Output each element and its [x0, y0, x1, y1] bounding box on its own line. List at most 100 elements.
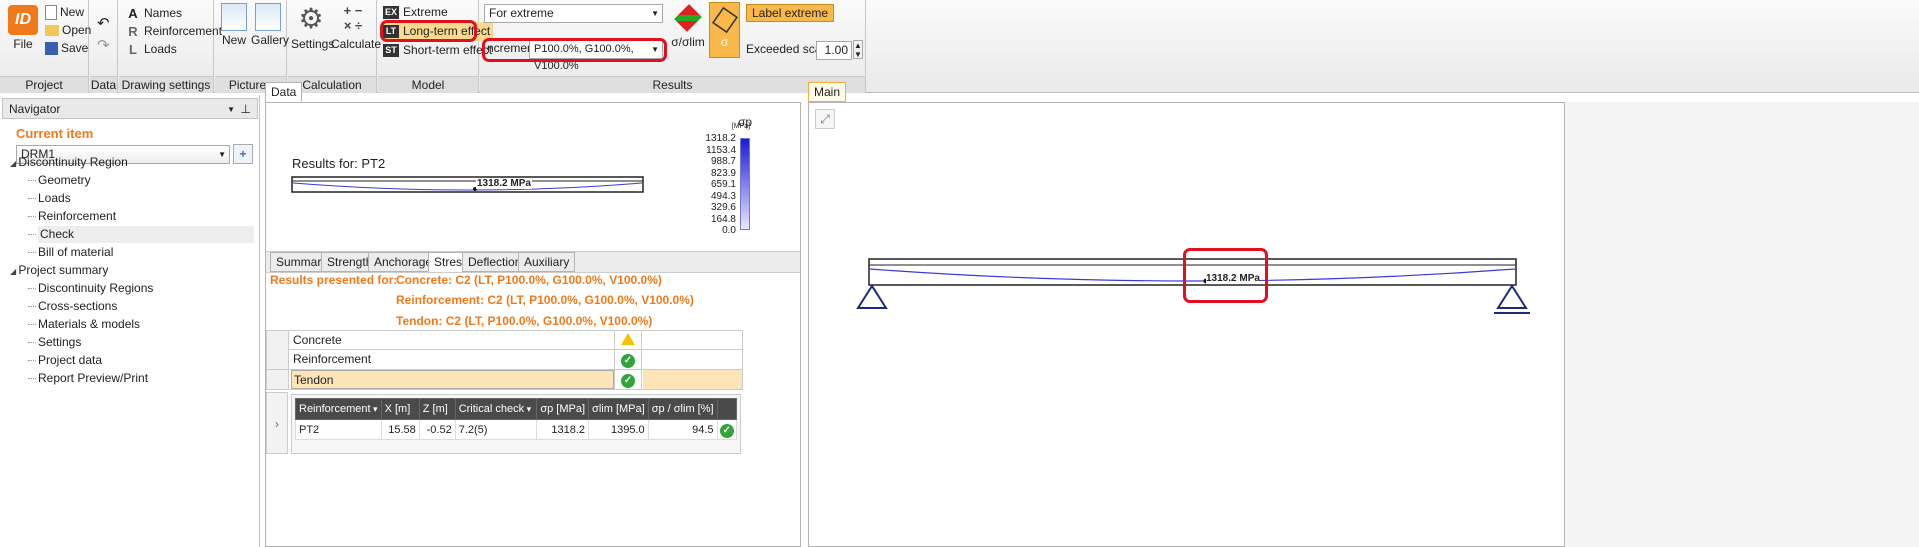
gallery-button[interactable]: Gallery: [251, 3, 289, 47]
tree-item[interactable]: Project data: [28, 352, 102, 369]
check-row[interactable]: Reinforcement ✓: [266, 350, 743, 370]
check-ok-icon: ✓: [614, 350, 642, 369]
new-project-button[interactable]: New: [45, 3, 84, 22]
tree-item[interactable]: Report Preview/Print: [28, 370, 148, 387]
column-header-label: Critical check: [458, 403, 525, 415]
tree-item-label: Reinforcement: [38, 209, 117, 223]
check-row[interactable]: Tendon ✓: [266, 370, 743, 390]
undo-icon[interactable]: ↶: [97, 14, 110, 33]
ex-icon: EX: [383, 6, 399, 20]
label-extreme-text: Label extreme: [752, 6, 829, 20]
table-cell: 15.58: [380, 419, 420, 440]
legend-value: 0.0: [722, 225, 736, 236]
presented-for-label: Results presented for:: [270, 273, 398, 287]
table-header-row: Reinforcement ▾ X [m] Z [m] Critical check …: [295, 398, 738, 420]
tendon-line: [292, 182, 643, 191]
column-header[interactable]: Reinforcement ▾: [295, 398, 382, 420]
tree-item[interactable]: Loads: [28, 190, 71, 207]
tree-connector: [28, 216, 36, 217]
settings-button[interactable]: ⚙ Settings: [291, 3, 335, 51]
reinforcement-toggle[interactable]: R Reinforcement: [125, 22, 222, 41]
tree-item[interactable]: Check: [28, 226, 254, 243]
tree-item[interactable]: Reinforcement: [28, 208, 117, 225]
chevron-down-icon: ▼: [651, 9, 659, 18]
names-toggle[interactable]: A Names: [125, 4, 182, 23]
tree-item[interactable]: Geometry: [28, 172, 91, 189]
column-header[interactable]: σlim [MPa]: [588, 398, 649, 420]
tree-item[interactable]: ◢ Discontinuity Region: [10, 154, 128, 171]
legend-value: 1318.2: [705, 133, 736, 144]
sigma-label: σ: [720, 35, 729, 49]
column-header-label: Z [m]: [422, 403, 448, 415]
tree-item[interactable]: ◢ Project summary: [10, 262, 108, 279]
row-gutter: [267, 331, 289, 350]
scale-spinner[interactable]: ▲ ▼: [853, 40, 863, 59]
save-project-button[interactable]: Save: [45, 39, 88, 58]
column-header[interactable]: σp / σlim [%]: [647, 398, 718, 420]
exceeded-scale-input[interactable]: 1.00: [816, 41, 852, 60]
column-header[interactable]: X [m]: [380, 398, 420, 420]
status-column-header: [716, 398, 738, 420]
tree-connector: [28, 378, 36, 379]
tree-item[interactable]: Discontinuity Regions: [28, 280, 153, 297]
column-header-label: σp / σlim [%]: [651, 403, 714, 415]
new-picture-label: New: [221, 33, 246, 47]
calculate-label: Calculate: [331, 37, 382, 51]
drawing-settings-group: A Names R Reinforcement L Loads Drawing set…: [119, 0, 222, 93]
presented-reinforcement: Reinforcement: C2 (LT, P100.0%, G100.0%,…: [396, 293, 694, 307]
loads-label: Loads: [144, 42, 177, 56]
legend-value: 659.1: [710, 179, 736, 190]
label-extreme-toggle[interactable]: Label extreme: [746, 4, 835, 22]
file-label: File: [13, 37, 33, 51]
navigator-panel: Navigator ▼ ⊥ Current item DRM1 ▼ + ◢ Dis…: [0, 95, 260, 547]
loads-toggle[interactable]: L Loads: [125, 40, 177, 59]
column-header[interactable]: σp [MPa]: [536, 398, 590, 420]
extreme-combo[interactable]: For extreme ▼: [484, 4, 663, 23]
sigma-lim-button[interactable]: σ/σlim: [671, 3, 705, 49]
filter-icon[interactable]: ▾: [371, 404, 378, 414]
tree-item-label: Discontinuity Region: [18, 155, 128, 169]
column-header-label: σp [MPa]: [540, 403, 586, 415]
tree-item[interactable]: Settings: [28, 334, 81, 351]
new-picture-button[interactable]: New: [219, 3, 249, 47]
column-header[interactable]: Z [m]: [418, 398, 456, 420]
tree-connector: [28, 288, 36, 289]
settings-label: Settings: [291, 37, 335, 51]
stress-ratio-icon: [674, 4, 702, 32]
tab-main[interactable]: Main: [808, 82, 847, 102]
checks-list: Concrete Reinforcement ✓ Tendon ✓: [266, 330, 743, 390]
exceeded-scale-value: 1.00: [824, 43, 848, 57]
column-header-label: Reinforcement: [299, 403, 371, 415]
sigma-button[interactable]: σ: [709, 2, 740, 58]
tree-item[interactable]: Materials & models: [28, 316, 141, 333]
tab-data[interactable]: Data: [265, 82, 303, 102]
increment-highlight: [482, 38, 667, 62]
letter-a-icon: A: [128, 6, 138, 22]
column-header[interactable]: Critical check ▾: [454, 398, 538, 420]
tree-item[interactable]: Bill of material: [28, 244, 113, 261]
data-panel: Data Results for: PT2 1318.2 MPa σp [MPa…: [263, 80, 801, 547]
open-project-button[interactable]: Open: [45, 21, 91, 40]
results-for-title: Results for: PT2: [292, 156, 386, 171]
tab-auxiliary[interactable]: Auxiliary: [518, 252, 576, 272]
gallery-icon: [255, 3, 281, 31]
tree-item-label: Loads: [38, 191, 71, 205]
short-term-option[interactable]: ST Short-term effect: [383, 41, 492, 60]
file-button[interactable]: ID File: [4, 3, 42, 51]
tree-connector: [28, 234, 36, 235]
sigma-lim-label: σ/σlim: [671, 35, 705, 49]
filter-icon[interactable]: ▾: [524, 404, 532, 414]
drawing-settings-label: Drawing settings: [119, 76, 213, 93]
short-term-label: Short-term effect: [403, 43, 493, 57]
tree-item[interactable]: Cross-sections: [28, 298, 117, 315]
check-row[interactable]: Concrete: [266, 330, 743, 350]
expand-row-icon[interactable]: ›: [266, 392, 288, 454]
legend-value: 329.6: [710, 202, 736, 213]
tree-item-label: Materials & models: [38, 317, 141, 331]
table-cell: 94.5: [647, 419, 718, 440]
calculate-button[interactable]: + − × ÷ Calculate: [331, 3, 381, 51]
table-row[interactable]: PT2 15.58 -0.52 7.2(5) 1318.2 1395.0 94.5 ✓: [295, 419, 738, 440]
letter-r-icon: R: [128, 24, 138, 40]
fullscreen-icon[interactable]: ⤢: [815, 109, 835, 129]
redo-icon[interactable]: ↷: [97, 36, 110, 55]
